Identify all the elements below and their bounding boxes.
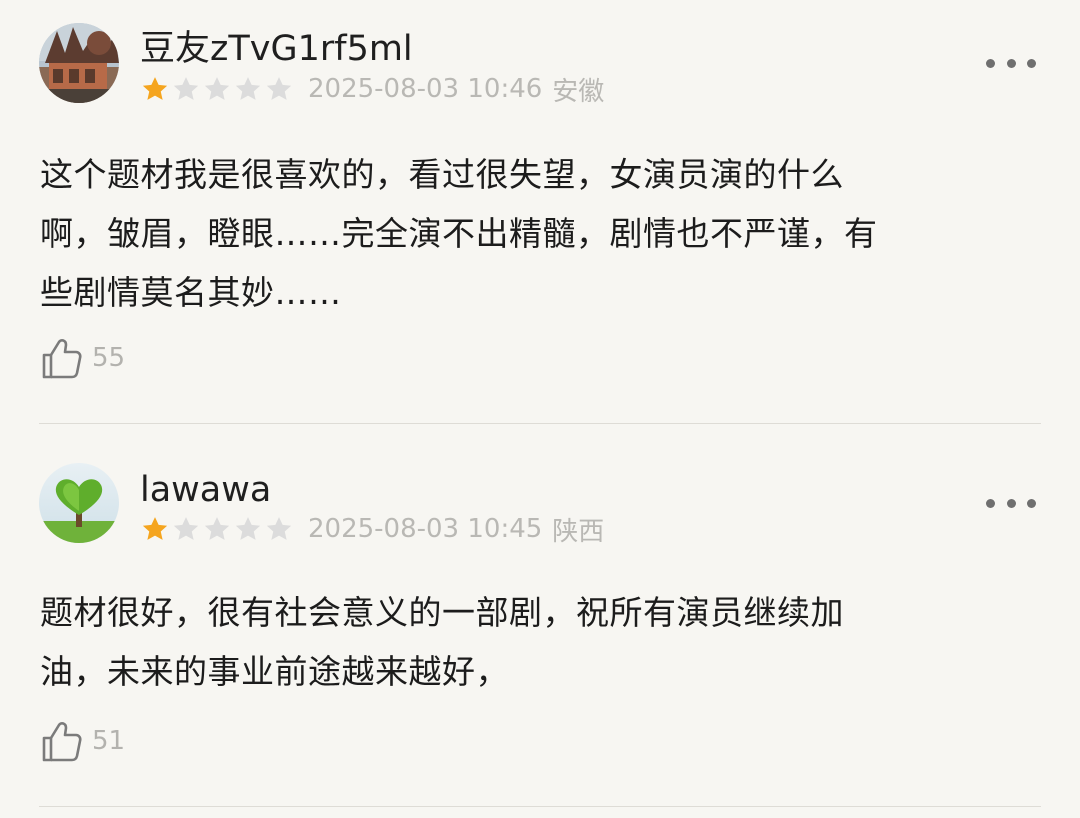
review-time: 2025-08-03 10:45 bbox=[308, 514, 543, 544]
review-text-line: 这个题材我是很喜欢的，看过很失望，女演员演的什么 bbox=[40, 155, 844, 194]
avatar[interactable] bbox=[39, 463, 119, 543]
star-icon bbox=[140, 514, 170, 544]
star-icon bbox=[140, 74, 170, 104]
username[interactable]: 豆友zTvG1rf5ml bbox=[140, 27, 413, 71]
avatar-image bbox=[39, 463, 119, 543]
review-text-line: 油，未来的事业前途越来越好， bbox=[40, 652, 509, 691]
review-meta: 2025-08-03 10:46 安徽 bbox=[140, 72, 605, 107]
review-card: 豆友zTvG1rf5ml 2025-08-03 10:46 安徽 这个题材我是很… bbox=[0, 0, 1080, 424]
star-icon bbox=[264, 514, 294, 544]
like-button[interactable]: 55 bbox=[40, 334, 125, 382]
avatar[interactable] bbox=[39, 23, 119, 103]
star-icon bbox=[171, 514, 201, 544]
more-dots-icon[interactable] bbox=[986, 488, 1036, 518]
thumbs-up-icon bbox=[40, 719, 84, 763]
like-button[interactable]: 51 bbox=[40, 717, 125, 765]
username[interactable]: lawawa bbox=[140, 468, 271, 512]
review-region: 陕西 bbox=[552, 516, 605, 547]
avatar-image bbox=[39, 23, 119, 103]
review-text-line: 啊，皱眉，瞪眼……完全演不出精髓，剧情也不严谨，有 bbox=[40, 214, 878, 253]
star-icon bbox=[233, 74, 263, 104]
star-icon bbox=[233, 514, 263, 544]
review-text: 这个题材我是很喜欢的，看过很失望，女演员演的什么 啊，皱眉，瞪眼……完全演不出精… bbox=[40, 145, 1030, 322]
review-text-line: 些剧情莫名其妙…… bbox=[40, 273, 342, 312]
more-dots-icon[interactable] bbox=[986, 48, 1036, 78]
review-meta: 2025-08-03 10:45 陕西 bbox=[140, 512, 605, 547]
review-card: lawawa 2025-08-03 10:45 陕西 题材很好，很有社会意义的一… bbox=[0, 424, 1080, 818]
star-icon bbox=[202, 514, 232, 544]
review-time: 2025-08-03 10:46 bbox=[308, 74, 543, 104]
review-text: 题材很好，很有社会意义的一部剧，祝所有演员继续加 油，未来的事业前途越来越好， bbox=[40, 583, 1030, 701]
review-text-line: 题材很好，很有社会意义的一部剧，祝所有演员继续加 bbox=[40, 593, 844, 632]
star-icon bbox=[264, 74, 294, 104]
star-icon bbox=[171, 74, 201, 104]
like-count: 51 bbox=[92, 726, 126, 756]
divider bbox=[39, 806, 1041, 807]
thumbs-up-icon bbox=[40, 336, 84, 380]
like-count: 55 bbox=[92, 343, 126, 373]
star-icon bbox=[202, 74, 232, 104]
star-rating bbox=[140, 514, 294, 544]
review-region: 安徽 bbox=[552, 76, 605, 107]
star-rating bbox=[140, 74, 294, 104]
